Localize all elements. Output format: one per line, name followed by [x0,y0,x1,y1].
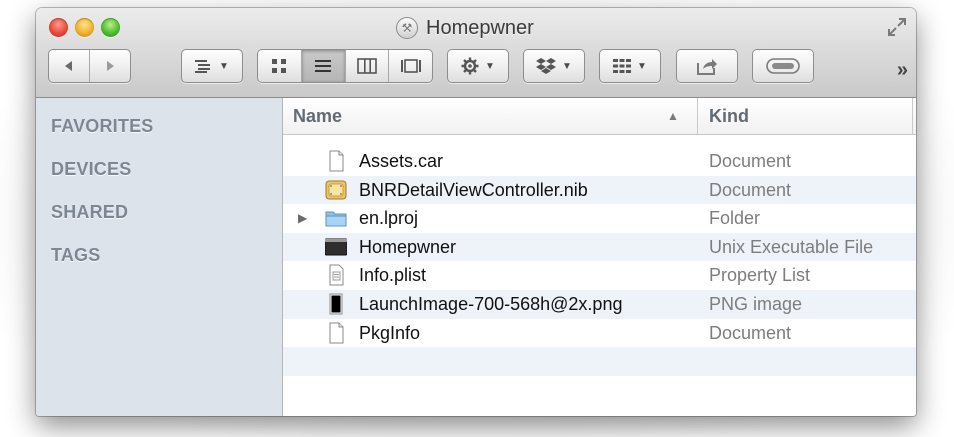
column-divider[interactable] [697,98,698,134]
group-button[interactable]: ▼ [599,49,661,83]
close-window-button[interactable] [49,18,68,37]
back-forward-control [48,49,131,83]
arrange-button[interactable]: ▼ [181,49,243,83]
file-kind: Unix Executable File [709,236,874,257]
document-icon [329,150,344,172]
share-icon [697,59,717,75]
zoom-window-button[interactable] [101,18,120,37]
xcode-project-icon: ⚒ [396,17,418,39]
icon-view-icon [272,59,287,73]
sidebar-section-tags[interactable]: TAGS [51,245,100,266]
forward-button[interactable] [90,50,130,82]
column-view-button[interactable] [346,50,390,82]
file-kind: Document [709,322,792,343]
column-view-icon [357,58,377,74]
column-header-name[interactable]: Name [293,106,342,127]
sidebar-section-devices[interactable]: DEVICES [51,159,131,180]
file-name: LaunchImage-700-568h@2x.png [359,294,623,314]
action-button[interactable]: ▼ [447,49,509,83]
view-mode-control [257,49,433,83]
file-row[interactable]: Homepwner Unix Executable File [283,232,916,262]
tags-button[interactable] [752,49,814,83]
fullscreen-icon[interactable] [886,16,908,38]
empty-row [283,347,916,376]
coverflow-view-button[interactable] [389,50,432,82]
plist-icon [329,264,344,286]
executable-icon [325,238,347,256]
file-kind: Folder [709,208,761,229]
toolbar-overflow-button[interactable]: » [897,59,908,82]
titlebar-toolbar: ⚒ Homepwner ▼ ▼ ▼ ▼ » [36,8,916,98]
gear-icon [461,57,479,75]
column-header: Name ▲ Kind [283,98,916,135]
list-arrange-icon [195,60,211,73]
list-view-icon [315,60,332,72]
chevron-left-icon [65,61,72,71]
file-row[interactable]: Info.plist Property List [283,261,916,290]
minimize-window-button[interactable] [75,18,94,37]
chevron-down-icon: ▼ [485,60,495,72]
coverflow-view-icon [400,59,421,73]
file-list: Name ▲ Kind Assets.car Document BNRDetai… [283,98,916,416]
nib-file-icon [325,180,347,200]
file-kind: Document [709,179,792,200]
list-view-button[interactable] [301,50,346,82]
file-kind: Property List [709,265,811,286]
file-name: BNRDetailViewController.nib [359,179,588,200]
file-row[interactable]: PkgInfo Document [283,319,916,348]
empty-row [283,376,916,405]
dropbox-button[interactable]: ▼ [523,49,585,83]
folder-icon [325,211,347,227]
sort-ascending-icon: ▲ [667,109,679,123]
window-title: ⚒ Homepwner [396,16,534,40]
tag-pill-icon [766,58,800,74]
grid-group-icon [613,59,632,73]
chevron-down-icon: ▼ [219,60,229,72]
chevron-right-icon [107,61,114,71]
file-name: en.lproj [359,208,419,229]
back-button[interactable] [49,50,90,82]
sidebar: FAVORITES DEVICES SHARED TAGS [36,98,283,416]
column-divider[interactable] [912,98,913,134]
file-name: Info.plist [359,265,427,286]
file-row[interactable]: LaunchImage-700-568h@2x.png PNG image [283,290,916,319]
sidebar-section-shared[interactable]: SHARED [51,202,128,223]
file-name: Homepwner [359,236,457,257]
file-kind: PNG image [709,294,803,314]
disclosure-triangle-icon[interactable]: ▶ [298,211,307,225]
file-row[interactable]: BNRDetailViewController.nib Document [283,175,916,205]
file-name: PkgInfo [359,322,421,343]
share-button[interactable] [676,49,738,83]
file-name: Assets.car [359,151,444,171]
chevron-down-icon: ▼ [637,60,647,72]
file-kind: Document [709,151,792,171]
chevron-down-icon: ▼ [562,60,572,72]
file-row[interactable]: ▶ en.lproj Folder [283,204,916,233]
finder-window: ⚒ Homepwner ▼ ▼ ▼ ▼ » FAVORITES DEVICES … [36,8,916,416]
column-header-kind[interactable]: Kind [709,106,749,127]
png-image-icon [329,293,343,315]
window-title-text: Homepwner [426,16,534,39]
dropbox-icon [536,58,557,74]
icon-view-button[interactable] [258,50,302,82]
file-row[interactable]: Assets.car Document [283,147,916,176]
sidebar-section-favorites[interactable]: FAVORITES [51,116,153,137]
document-icon [329,322,344,344]
